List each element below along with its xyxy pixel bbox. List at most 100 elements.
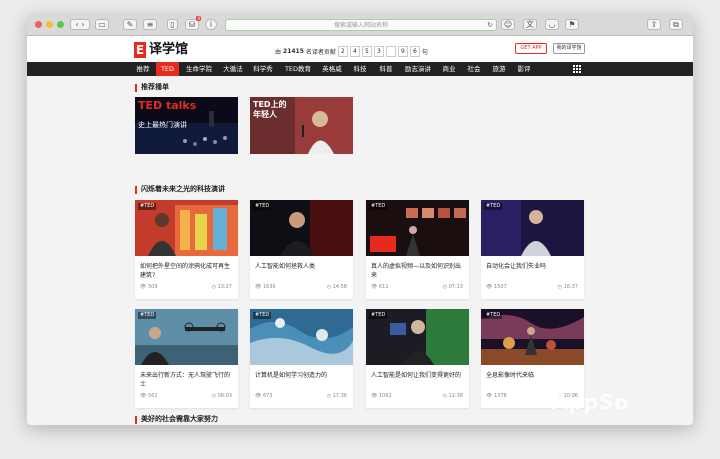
nav-item-film-review[interactable]: 影评 — [513, 62, 535, 76]
flag-icon[interactable]: ⚑ — [565, 19, 579, 30]
video-title[interactable]: 人工智能如何拯救人类 — [255, 262, 347, 271]
get-app-button[interactable]: GET APP — [515, 43, 547, 54]
nav-item-yinggewei[interactable]: 英格威 — [318, 62, 346, 76]
counter-digit: 6 — [409, 46, 420, 57]
zoom-window-button[interactable] — [57, 21, 64, 28]
nav-item-society[interactable]: 社会 — [463, 62, 485, 76]
video-duration: ◷ 07:13 — [443, 284, 463, 291]
logo-icon[interactable]: E — [134, 42, 146, 58]
video-card[interactable]: #TED 未来出行新方式：无人驾驶飞行的士 👁 562 ◷ 08:03 — [135, 309, 238, 408]
video-title[interactable]: 人工智能是如何让我们变得更好的 — [371, 371, 463, 380]
contributor-counter: 由 21415 名译者贡献 2 4 5 3 9 6 句 — [275, 46, 428, 57]
video-title[interactable]: 计算机是如何学习创造力的 — [255, 371, 347, 380]
playlist-ted-talks[interactable]: TED talks 史上最热门演讲 — [135, 97, 238, 154]
share-icon[interactable]: ⇪ — [647, 19, 661, 30]
ted-tag: #TED — [138, 203, 157, 210]
counter-digit: 4 — [349, 46, 360, 57]
view-count: 👁 562 — [140, 393, 158, 400]
view-count-value: 673 — [262, 393, 273, 399]
my-library-button[interactable]: 我的译学馆 — [553, 43, 585, 54]
view-count: 👁 1062 — [371, 393, 392, 400]
view-count-value: 1062 — [378, 393, 392, 399]
plugin-icon[interactable]: ✎ — [123, 19, 137, 30]
view-count: 👁 1507 — [486, 284, 507, 291]
nav-item-dazhifa[interactable]: 大循法 — [219, 62, 247, 76]
info-icon[interactable]: i — [205, 19, 217, 30]
video-duration-value: 14:58 — [332, 284, 347, 290]
close-window-button[interactable] — [35, 21, 42, 28]
clock-icon: ◷ — [557, 284, 562, 290]
user-icon[interactable]: ☺ — [501, 19, 515, 30]
minimize-window-button[interactable] — [46, 21, 53, 28]
video-thumbnail: #TED — [135, 200, 238, 256]
nav-item-ted-ed[interactable]: TED教育 — [281, 62, 315, 76]
nav-item-business[interactable]: 商业 — [438, 62, 460, 76]
playlist-title-line2: 史上最热门演讲 — [138, 121, 187, 129]
clock-icon: ◷ — [211, 284, 216, 290]
view-count-value: 562 — [147, 393, 158, 399]
video-card[interactable]: #TED 计算机是如何学习创造力的 👁 673 ◷ 17:36 — [250, 309, 353, 408]
video-title[interactable]: 未来出行新方式：无人驾驶飞行的士 — [140, 371, 232, 389]
site-logo-text[interactable]: 译学馆 — [149, 42, 188, 58]
nav-item-tech[interactable]: 科技 — [349, 62, 371, 76]
tabs-icon[interactable]: ⧉ — [669, 19, 683, 30]
counter-users: 21415 — [283, 48, 304, 55]
video-title[interactable]: 自动化会让我们失业吗 — [486, 262, 578, 271]
back-forward-buttons[interactable]: ‹ › — [70, 19, 90, 30]
sidebar-icon[interactable]: ▭ — [95, 19, 109, 30]
translate-icon[interactable]: 文 — [523, 19, 537, 30]
address-bar[interactable]: 搜索或输入网站名称 ↻ — [225, 19, 497, 31]
playlist-title-line1: TED上的 — [253, 100, 287, 109]
nav-item-travel[interactable]: 旅游 — [488, 62, 510, 76]
video-thumbnail: #TED — [481, 309, 584, 365]
nav-item-inspiration[interactable]: 励志演讲 — [401, 62, 435, 76]
counter-digit: 5 — [361, 46, 372, 57]
grid-menu-icon[interactable] — [573, 65, 581, 73]
video-duration: ◷ 14:58 — [327, 284, 347, 291]
address-placeholder: 搜索或输入网站名称 — [333, 22, 388, 29]
playlist-title-line2: 年轻人 — [253, 110, 277, 119]
view-count-value: 611 — [378, 284, 389, 290]
video-card[interactable]: #TED 人工智能是如何让我们变得更好的 👁 1062 ◷ 12:38 — [366, 309, 469, 408]
site-header: E 译学馆 由 21415 名译者贡献 2 4 5 3 9 6 句 GET AP… — [27, 36, 693, 62]
video-thumbnail: #TED — [481, 200, 584, 256]
counter-digit: 3 — [373, 46, 384, 57]
video-thumbnail: #TED — [366, 200, 469, 256]
eye-icon: 👁 — [255, 284, 262, 290]
video-duration: ◷ 16:37 — [558, 284, 578, 291]
counter-end: 句 — [421, 49, 428, 56]
extension-badge: 8 — [196, 16, 201, 21]
view-count-value: 1636 — [262, 284, 276, 290]
video-card[interactable]: #TED 自动化会让我们失业吗 👁 1507 ◷ 16:37 — [481, 200, 584, 299]
eye-icon: 👁 — [486, 393, 493, 399]
category-nav: 推荐 TED 生命学院 大循法 科学秀 TED教育 英格威 科技 科普 励志演讲… — [27, 62, 693, 76]
playlist-title-line1: TED talks — [138, 99, 197, 112]
section-marker — [135, 416, 137, 424]
reader-icon[interactable]: ≡ — [143, 19, 157, 30]
clock-icon: ◷ — [326, 393, 331, 399]
eye-icon: 👁 — [371, 393, 378, 399]
phone-icon[interactable]: ▯ — [167, 19, 178, 30]
extension-icon[interactable]: ⛁ 8 — [185, 16, 201, 30]
view-count: 👁 673 — [255, 393, 273, 400]
nav-item-science-show[interactable]: 科学秀 — [249, 62, 277, 76]
pocket-icon[interactable]: ◡ — [545, 19, 559, 30]
video-duration-value: 13:27 — [217, 284, 232, 290]
nav-item-life-academy[interactable]: 生命学院 — [182, 62, 216, 76]
reload-icon[interactable]: ↻ — [487, 20, 493, 31]
video-card[interactable]: #TED 人工智能如何拯救人类 👁 1636 ◷ 14:58 — [250, 200, 353, 299]
video-title[interactable]: 如何把外星空间的涂鸦化成可再生建筑? — [140, 262, 232, 280]
eye-icon: 👁 — [371, 284, 378, 290]
main-content: 推荐播单 TED talks 史上最热门演讲 TED上的 年轻人 闪烁着未来之光… — [27, 76, 693, 425]
video-card[interactable]: #TED 如何把外星空间的涂鸦化成可再生建筑? 👁 509 ◷ 13:27 — [135, 200, 238, 299]
nav-item-recommend[interactable]: 推荐 — [132, 62, 154, 76]
nav-item-ted[interactable]: TED — [156, 62, 179, 76]
video-card[interactable]: #TED 真人的虚拟视频—以及如何识别出来 👁 611 ◷ 07:13 — [366, 200, 469, 299]
counter-digit — [385, 46, 396, 57]
video-title[interactable]: 全息影像时代来临 — [486, 371, 578, 380]
nav-item-popsci[interactable]: 科普 — [375, 62, 397, 76]
ted-tag: #TED — [369, 203, 388, 210]
video-thumbnail: #TED — [250, 309, 353, 365]
video-title[interactable]: 真人的虚拟视频—以及如何识别出来 — [371, 262, 463, 280]
playlist-young-people[interactable]: TED上的 年轻人 — [250, 97, 353, 154]
